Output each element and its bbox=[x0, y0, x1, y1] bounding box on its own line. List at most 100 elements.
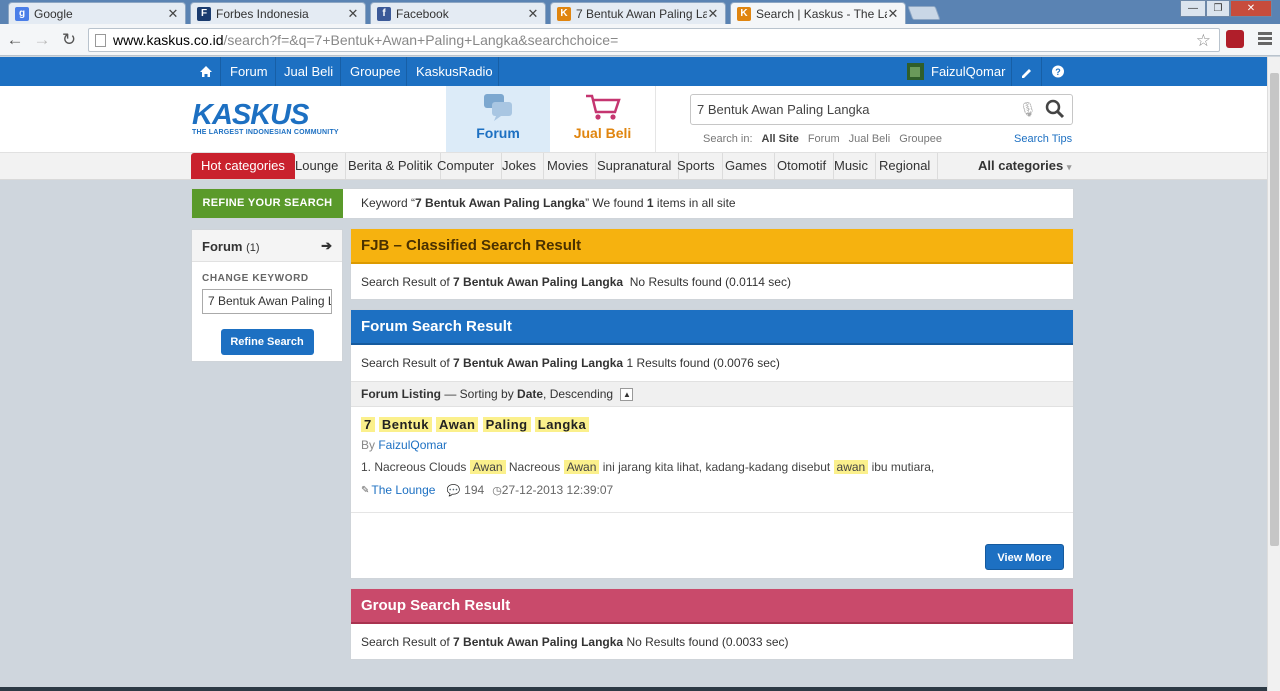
category-games[interactable]: Games bbox=[718, 153, 775, 179]
refine-your-search-tag: REFINE YOUR SEARCH bbox=[192, 189, 343, 218]
sort-order: , Descending bbox=[543, 387, 614, 401]
facebook-icon: f bbox=[377, 6, 391, 21]
thread-author: By FaizulQomar bbox=[361, 438, 1063, 452]
close-window-icon[interactable]: ✕ bbox=[1230, 0, 1272, 17]
header-tab-forum[interactable]: Forum bbox=[446, 86, 550, 152]
back-icon[interactable]: ← bbox=[6, 31, 24, 49]
search-input[interactable]: 7 Bentuk Awan Paling Langka 🎙 bbox=[690, 94, 1073, 125]
snippet-highlight: Awan bbox=[563, 460, 600, 474]
result-query: 7 Bentuk Awan Paling Langka bbox=[453, 275, 624, 289]
category-supranatural[interactable]: Supranatural bbox=[590, 153, 680, 179]
refine-summary-bar: REFINE YOUR SEARCH Keyword “7 Bentuk Awa… bbox=[191, 188, 1074, 219]
search-icon[interactable] bbox=[1045, 99, 1065, 119]
edit-pencil-icon[interactable] bbox=[1019, 57, 1034, 86]
microphone-icon[interactable]: 🎙 bbox=[1019, 95, 1037, 124]
new-tab-button[interactable] bbox=[907, 6, 941, 20]
category-berita-politik[interactable]: Berita & Politik bbox=[341, 153, 441, 179]
browser-tab-forbes[interactable]: F Forbes Indonesia ✕ bbox=[190, 2, 366, 24]
sidebar-forum-filter[interactable]: Forum (1) ➔ bbox=[192, 230, 342, 262]
page-scrollbar[interactable] bbox=[1267, 57, 1280, 691]
title-word: 7 bbox=[361, 417, 375, 432]
header-tab-jual-beli[interactable]: Jual Beli bbox=[550, 86, 656, 152]
topnav-kaskusradio[interactable]: KaskusRadio bbox=[416, 57, 493, 86]
kaskus-icon: K bbox=[737, 6, 751, 21]
topnav-forum[interactable]: Forum bbox=[230, 57, 268, 86]
bookmark-star-icon[interactable]: ☆ bbox=[1196, 31, 1211, 51]
tab-title: Facebook bbox=[396, 6, 449, 21]
tab-title: 7 Bentuk Awan Paling Langka bbox=[576, 6, 707, 21]
sorting-label: — Sorting by bbox=[441, 387, 518, 401]
browser-tab-strip: g Google ✕ F Forbes Indonesia ✕ f Facebo… bbox=[0, 0, 1280, 24]
refine-search-button[interactable]: Refine Search bbox=[220, 329, 314, 355]
snippet-text: Nacreous bbox=[505, 460, 564, 474]
close-tab-icon[interactable]: ✕ bbox=[707, 6, 719, 22]
search-in-label: Search in: bbox=[703, 133, 753, 145]
logo-tagline: THE LARGEST INDONESIAN COMMUNITY bbox=[192, 129, 339, 136]
category-movies[interactable]: Movies bbox=[540, 153, 597, 179]
page-icon bbox=[95, 34, 106, 47]
avatar[interactable] bbox=[907, 57, 924, 86]
forbes-icon: F bbox=[197, 6, 211, 21]
snippet-highlight: awan bbox=[833, 460, 869, 474]
topnav-jual-beli[interactable]: Jual Beli bbox=[284, 57, 333, 86]
forward-icon[interactable]: → bbox=[33, 31, 51, 49]
all-categories-dropdown[interactable]: All categories ▾ bbox=[971, 153, 1078, 179]
keyword-summary-text: Keyword “ bbox=[361, 196, 416, 210]
help-icon[interactable]: ? bbox=[1051, 57, 1065, 86]
browser-toolbar: ← → ↻ www.kaskus.co.id/search?f=&q=7+Ben… bbox=[0, 24, 1280, 56]
category-otomotif[interactable]: Otomotif bbox=[770, 153, 835, 179]
forum-link[interactable]: The Lounge bbox=[371, 483, 435, 497]
refine-sidebar: Forum (1) ➔ CHANGE KEYWORD 7 Bentuk Awan… bbox=[191, 229, 343, 362]
search-in-all-site[interactable]: All Site bbox=[762, 133, 799, 145]
category-computer[interactable]: Computer bbox=[430, 153, 503, 179]
address-bar[interactable]: www.kaskus.co.id/search?f=&q=7+Bentuk+Aw… bbox=[88, 28, 1220, 52]
browser-tab-kaskus-thread[interactable]: K 7 Bentuk Awan Paling Langka ✕ bbox=[550, 2, 726, 24]
sort-toggle-icon[interactable]: ▲ bbox=[620, 388, 634, 402]
by-label: By bbox=[361, 438, 379, 452]
reload-icon[interactable]: ↻ bbox=[60, 31, 78, 49]
minimize-icon[interactable]: — bbox=[1180, 0, 1206, 17]
category-bar: Hot categories Lounge Berita & Politik C… bbox=[0, 152, 1267, 180]
forum-result-status: Search Result of 7 Bentuk Awan Paling La… bbox=[351, 345, 1073, 381]
search-in-forum[interactable]: Forum bbox=[808, 133, 840, 145]
keyword-input[interactable]: 7 Bentuk Awan Paling Langka bbox=[202, 289, 332, 314]
maximize-icon[interactable]: ❐ bbox=[1206, 0, 1230, 17]
kaskus-logo[interactable]: KASKUS THE LARGEST INDONESIAN COMMUNITY bbox=[192, 100, 339, 136]
close-tab-icon[interactable]: ✕ bbox=[167, 6, 179, 22]
header-tab-forum-label: Forum bbox=[476, 125, 520, 141]
extension-icon[interactable] bbox=[1226, 30, 1244, 48]
title-word: Langka bbox=[534, 417, 590, 432]
thread-title-link[interactable]: 7 Bentuk Awan Paling Langka bbox=[361, 417, 1063, 432]
post-date: 27-12-2013 12:39:07 bbox=[501, 483, 614, 497]
search-in-groupee[interactable]: Groupee bbox=[899, 133, 942, 145]
browser-menu-icon[interactable] bbox=[1258, 32, 1272, 47]
home-icon[interactable] bbox=[198, 57, 214, 86]
sort-field: Date bbox=[517, 387, 544, 401]
result-prefix: Search Result of bbox=[361, 635, 454, 649]
category-jokes[interactable]: Jokes bbox=[495, 153, 544, 179]
fjb-result-section: FJB – Classified Search Result Search Re… bbox=[350, 228, 1074, 300]
category-lounge[interactable]: Lounge bbox=[288, 153, 347, 179]
clock-icon: ◷ bbox=[492, 484, 502, 497]
browser-tab-facebook[interactable]: f Facebook ✕ bbox=[370, 2, 546, 24]
view-more-button[interactable]: View More bbox=[985, 544, 1064, 570]
close-tab-icon[interactable]: ✕ bbox=[887, 6, 899, 22]
close-tab-icon[interactable]: ✕ bbox=[527, 6, 539, 22]
author-link[interactable]: FaizulQomar bbox=[378, 438, 447, 452]
browser-tab-kaskus-search[interactable]: K Search | Kaskus - The Largest Indonesi… bbox=[730, 2, 906, 24]
tab-title: Google bbox=[34, 6, 73, 21]
scrollbar-thumb[interactable] bbox=[1270, 73, 1279, 546]
category-music[interactable]: Music bbox=[827, 153, 876, 179]
browser-tab-google[interactable]: g Google ✕ bbox=[8, 2, 186, 24]
close-tab-icon[interactable]: ✕ bbox=[347, 6, 359, 22]
change-keyword-label: CHANGE KEYWORD bbox=[202, 273, 309, 284]
search-in-jual-beli[interactable]: Jual Beli bbox=[849, 133, 891, 145]
username[interactable]: FaizulQomar bbox=[931, 57, 1005, 86]
category-sports[interactable]: Sports bbox=[670, 153, 723, 179]
snippet-text: ini jarang kita lihat, kadang-kadang dis… bbox=[599, 460, 834, 474]
topnav-groupee[interactable]: Groupee bbox=[350, 57, 401, 86]
search-tips-link[interactable]: Search Tips bbox=[1014, 133, 1072, 145]
category-regional[interactable]: Regional bbox=[872, 153, 939, 179]
hot-categories[interactable]: Hot categories bbox=[191, 153, 295, 179]
bottom-bar bbox=[0, 687, 1267, 691]
